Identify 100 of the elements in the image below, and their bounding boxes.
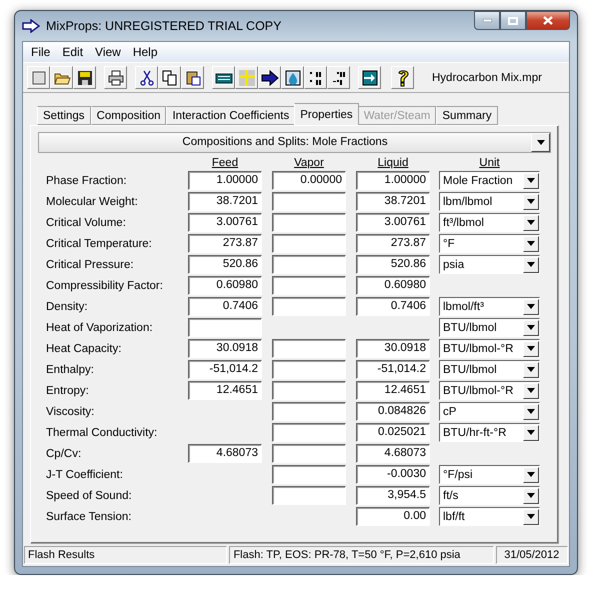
liquid-field[interactable]: 0.7406 <box>356 297 430 316</box>
vapor-field[interactable] <box>272 360 346 379</box>
feed-field[interactable]: 0.60980 <box>188 276 262 295</box>
new-button[interactable] <box>27 66 50 89</box>
liquid-field[interactable]: 0.025021 <box>356 423 430 442</box>
grid-cross-icon <box>238 68 256 86</box>
unit-dropdown[interactable]: ft³/lbmol <box>439 213 540 232</box>
unit-dropdown[interactable]: cP <box>439 402 540 421</box>
liquid-field[interactable]: 12.4651 <box>356 381 430 400</box>
menu-item[interactable]: File <box>25 44 56 60</box>
window-title: MixProps: UNREGISTERED TRIAL COPY <box>46 19 282 33</box>
vapor-field[interactable] <box>272 213 346 232</box>
dropdown-arrow-icon <box>527 241 535 246</box>
liquid-field[interactable]: 520.86 <box>356 255 430 274</box>
liquid-field[interactable]: 0.084826 <box>356 402 430 421</box>
copy-icon <box>160 68 178 86</box>
liquid-field[interactable]: 0.60980 <box>356 276 430 295</box>
liquid-field[interactable]: -51,014.2 <box>356 360 430 379</box>
tab[interactable]: Properties <box>294 103 359 125</box>
paste-button[interactable] <box>181 66 204 89</box>
vapor-field[interactable] <box>272 297 346 316</box>
unit-dropdown[interactable]: °F/psi <box>439 465 540 484</box>
feed-field[interactable]: 0.7406 <box>188 297 262 316</box>
open-button[interactable] <box>50 66 73 89</box>
feed-field[interactable]: 520.86 <box>188 255 262 274</box>
unit-dropdown[interactable]: lbm/lbmol <box>439 192 540 211</box>
menu-item[interactable]: View <box>89 44 127 60</box>
unit-dropdown[interactable]: lbf/ft <box>439 507 540 526</box>
print-button[interactable] <box>104 66 127 89</box>
minimize-icon <box>482 19 492 22</box>
vapor-field[interactable] <box>272 444 346 463</box>
liquid-field[interactable]: 1.00000 <box>356 171 430 190</box>
vapor-field[interactable] <box>272 234 346 253</box>
add-decimal-button[interactable] <box>304 66 327 89</box>
liquid-field[interactable]: 3,954.5 <box>356 486 430 505</box>
liquid-field[interactable]: 4.68073 <box>356 444 430 463</box>
unit-dropdown[interactable]: lbmol/ft³ <box>439 297 540 316</box>
vapor-field[interactable] <box>272 486 346 505</box>
close-button[interactable] <box>526 11 570 30</box>
vapor-field[interactable] <box>272 339 346 358</box>
feed-field[interactable]: 38.7201 <box>188 192 262 211</box>
liquid-field[interactable]: -0.0030 <box>356 465 430 484</box>
dropdown-button[interactable] <box>531 133 550 152</box>
arrow-button[interactable] <box>258 66 281 89</box>
unit-dropdown[interactable]: BTU/lbmol <box>439 318 540 337</box>
dropdown-arrow-icon <box>536 140 544 145</box>
liquid-field[interactable]: 30.0918 <box>356 339 430 358</box>
status-pane: Flash Results <box>24 546 228 564</box>
feed-field[interactable]: 273.87 <box>188 234 262 253</box>
maximize-icon <box>508 16 518 24</box>
vapor-field[interactable] <box>272 381 346 400</box>
unit-dropdown[interactable]: Mole Fraction <box>439 171 540 190</box>
feed-field[interactable]: -51,014.2 <box>188 360 262 379</box>
unit-dropdown[interactable]: BTU/hr-ft-°R <box>439 423 540 442</box>
unit-dropdown[interactable]: psia <box>439 255 540 274</box>
dropdown-arrow-icon <box>527 472 535 477</box>
feed-field[interactable]: 1.00000 <box>188 171 262 190</box>
unit-dropdown[interactable]: BTU/lbmol-°R <box>439 339 540 358</box>
tab[interactable]: Composition <box>90 106 166 125</box>
liquid-field[interactable]: 38.7201 <box>356 192 430 211</box>
feed-field[interactable]: 12.4651 <box>188 381 262 400</box>
feed-field[interactable]: 4.68073 <box>188 444 262 463</box>
vapor-field[interactable] <box>272 423 346 442</box>
tab[interactable]: Settings <box>37 106 91 125</box>
vapor-field[interactable] <box>272 465 346 484</box>
column-header: Vapor <box>293 157 325 169</box>
exit-button[interactable] <box>358 66 381 89</box>
right-arrow-icon <box>260 68 278 86</box>
menu-item[interactable]: Edit <box>56 44 90 60</box>
unit-dropdown[interactable]: °F <box>439 234 540 253</box>
unit-dropdown[interactable]: BTU/lbmol-°R <box>439 381 540 400</box>
keyboard-button[interactable] <box>212 66 235 89</box>
cut-button[interactable] <box>135 66 158 89</box>
tab[interactable]: Interaction Coefficients <box>166 106 296 125</box>
vapor-field[interactable] <box>272 402 346 421</box>
feed-field[interactable] <box>188 318 262 337</box>
liquid-field[interactable]: 0.00 <box>356 507 430 526</box>
menu-item[interactable]: Help <box>126 44 164 60</box>
copy-button[interactable] <box>158 66 181 89</box>
water-drop-icon <box>284 68 302 86</box>
maximize-button[interactable] <box>500 11 526 30</box>
status-pane: 31/05/2012 <box>496 546 568 564</box>
liquid-field[interactable]: 3.00761 <box>356 213 430 232</box>
help-button[interactable] <box>391 66 414 89</box>
basis-dropdown[interactable]: Compositions and Splits: Mole Fractions <box>38 132 551 153</box>
unit-dropdown[interactable]: ft/s <box>439 486 540 505</box>
feed-field[interactable]: 30.0918 <box>188 339 262 358</box>
vapor-field[interactable] <box>272 192 346 211</box>
unit-dropdown[interactable]: BTU/lbmol <box>439 360 540 379</box>
remove-decimal-button[interactable] <box>327 66 350 89</box>
water-button[interactable] <box>281 66 304 89</box>
vapor-field[interactable]: 0.00000 <box>272 171 346 190</box>
minimize-button[interactable] <box>474 11 500 30</box>
tab[interactable]: Summary <box>436 106 498 125</box>
feed-field[interactable]: 3.00761 <box>188 213 262 232</box>
vapor-field[interactable] <box>272 276 346 295</box>
vapor-field[interactable] <box>272 255 346 274</box>
grid-button[interactable] <box>235 66 258 89</box>
save-button[interactable] <box>73 66 96 89</box>
liquid-field[interactable]: 273.87 <box>356 234 430 253</box>
